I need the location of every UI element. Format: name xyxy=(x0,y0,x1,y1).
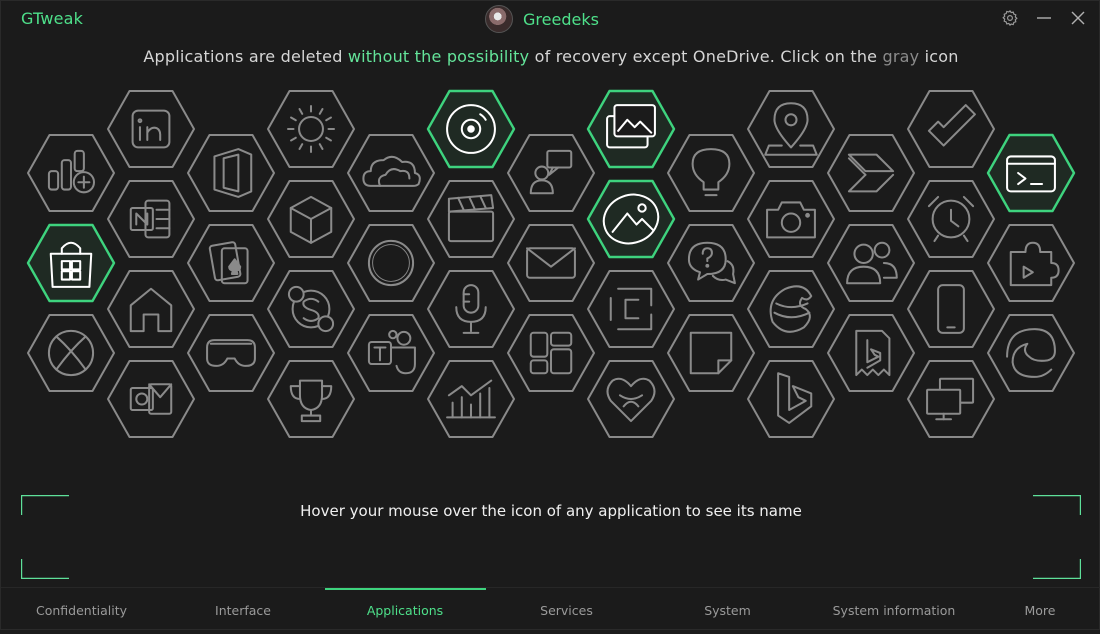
app-tile[interactable] xyxy=(986,223,1076,303)
app-tile[interactable] xyxy=(586,269,676,349)
application-icon-grid xyxy=(1,85,1100,445)
app-tile[interactable] xyxy=(426,89,516,169)
app-title: GTweak xyxy=(21,9,84,28)
user-profile[interactable]: Greedeks xyxy=(485,5,599,33)
tab-more[interactable]: More xyxy=(980,588,1100,632)
tab-confidentiality[interactable]: Confidentiality xyxy=(1,588,162,632)
app-tile[interactable] xyxy=(826,223,916,303)
avatar[interactable] xyxy=(485,5,513,33)
app-tile[interactable] xyxy=(746,89,836,169)
tab-interface[interactable]: Interface xyxy=(162,588,324,632)
tab-services[interactable]: Services xyxy=(486,588,647,632)
bottom-tab-bar: Confidentiality Interface Applications S… xyxy=(1,587,1100,632)
app-tile[interactable] xyxy=(586,179,676,259)
app-tile[interactable] xyxy=(746,269,836,349)
app-tile[interactable] xyxy=(426,269,516,349)
warning-notice: Applications are deleted without the pos… xyxy=(1,47,1100,66)
app-tile[interactable] xyxy=(266,179,356,259)
app-tile[interactable] xyxy=(906,359,996,439)
app-tile[interactable] xyxy=(346,313,436,393)
app-tile[interactable] xyxy=(186,313,276,393)
app-tile[interactable] xyxy=(26,313,116,393)
app-tile[interactable] xyxy=(106,89,196,169)
app-tile[interactable] xyxy=(106,179,196,259)
app-tile[interactable] xyxy=(666,223,756,303)
notice-highlight: without the possibility xyxy=(347,47,530,66)
username: Greedeks xyxy=(523,9,599,29)
minimize-button[interactable] xyxy=(1033,7,1055,29)
app-tile[interactable] xyxy=(666,313,756,393)
notice-gray-word: gray xyxy=(882,47,920,66)
tab-system-information[interactable]: System information xyxy=(808,588,980,632)
app-tile[interactable] xyxy=(26,223,116,303)
app-tile[interactable] xyxy=(106,269,196,349)
notice-text-2: of recovery except OneDrive. Click on th… xyxy=(529,47,883,66)
app-tile[interactable] xyxy=(346,133,436,213)
app-tile[interactable] xyxy=(746,359,836,439)
app-tile[interactable] xyxy=(26,133,116,213)
app-tile[interactable] xyxy=(266,359,356,439)
app-tile[interactable] xyxy=(186,133,276,213)
app-tile[interactable] xyxy=(826,313,916,393)
title-bar: GTweak Greedeks xyxy=(1,1,1100,37)
app-tile[interactable] xyxy=(986,133,1076,213)
app-tile[interactable] xyxy=(426,359,516,439)
app-tile[interactable] xyxy=(186,223,276,303)
tab-system[interactable]: System xyxy=(647,588,808,632)
app-tile[interactable] xyxy=(666,133,756,213)
app-tile[interactable] xyxy=(826,133,916,213)
app-tile[interactable] xyxy=(266,269,356,349)
notice-text-1: Applications are deleted xyxy=(143,47,348,66)
close-button[interactable] xyxy=(1067,7,1089,29)
notice-text-3: icon xyxy=(919,47,959,66)
app-tile[interactable] xyxy=(426,179,516,259)
app-tile[interactable] xyxy=(986,313,1076,393)
app-tile[interactable] xyxy=(586,89,676,169)
app-tile[interactable] xyxy=(906,269,996,349)
app-tile[interactable] xyxy=(586,359,676,439)
app-tile[interactable] xyxy=(346,223,436,303)
app-tile[interactable] xyxy=(106,359,196,439)
app-tile[interactable] xyxy=(906,89,996,169)
app-tile[interactable] xyxy=(506,223,596,303)
app-tile[interactable] xyxy=(906,179,996,259)
tab-applications[interactable]: Applications xyxy=(324,588,486,632)
settings-gear-icon[interactable] xyxy=(999,7,1021,29)
app-tile[interactable] xyxy=(506,133,596,213)
app-window: GTweak Greedeks Applications are deleted… xyxy=(0,0,1100,630)
app-tile[interactable] xyxy=(266,89,356,169)
app-tile[interactable] xyxy=(506,313,596,393)
app-tile[interactable] xyxy=(746,179,836,259)
window-controls xyxy=(999,7,1089,29)
hover-hint: Hover your mouse over the icon of any ap… xyxy=(300,502,802,520)
